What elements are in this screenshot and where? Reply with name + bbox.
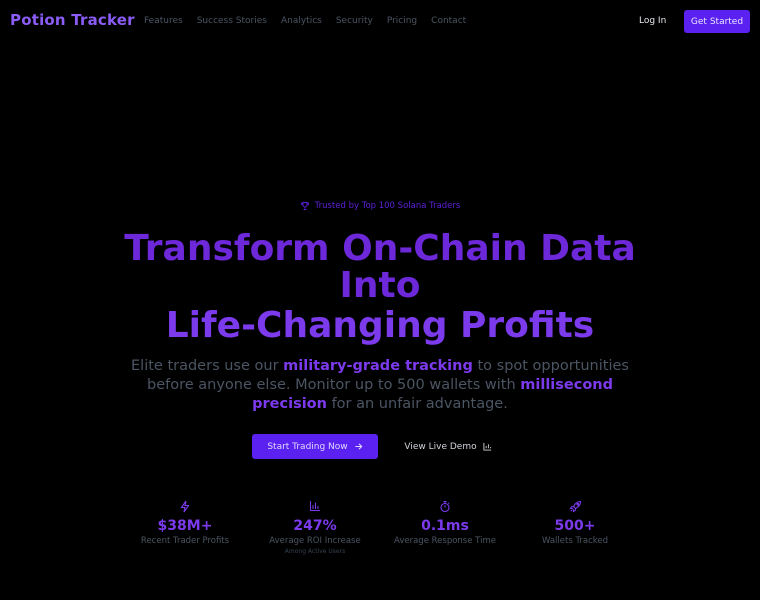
start-trading-label: Start Trading Now bbox=[267, 441, 348, 452]
stat-value: 500+ bbox=[554, 518, 596, 534]
nav-link-contact[interactable]: Contact bbox=[431, 16, 466, 26]
stat-value: $38M+ bbox=[157, 518, 213, 534]
stat-roi: 247% Average ROI Increase Among Active U… bbox=[250, 498, 380, 555]
bar-chart-icon bbox=[310, 501, 320, 511]
top-nav: Potion Tracker Features Success Stories … bbox=[0, 0, 760, 42]
stat-wallets: 500+ Wallets Tracked bbox=[510, 498, 640, 546]
sub-text-1: Elite traders use our bbox=[131, 358, 284, 374]
hero-headline: Transform On-Chain Data Into Life-Changi… bbox=[0, 230, 760, 344]
sub-text-3: for an unfair advantage. bbox=[326, 396, 508, 412]
get-started-button[interactable]: Get Started bbox=[684, 10, 750, 33]
nav-link-security[interactable]: Security bbox=[336, 16, 373, 26]
stopwatch-icon bbox=[440, 500, 450, 512]
trust-badge-text: Trusted by Top 100 Solana Traders bbox=[314, 201, 461, 211]
headline-line-3: Life-Changing Profits bbox=[165, 305, 595, 346]
headline-line-2: Into bbox=[339, 265, 421, 306]
nav-links: Features Success Stories Analytics Secur… bbox=[144, 16, 480, 26]
stat-value: 247% bbox=[293, 518, 337, 534]
trust-badge: Trusted by Top 100 Solana Traders bbox=[294, 197, 466, 215]
stat-label: Wallets Tracked bbox=[541, 536, 609, 546]
stat-label: Recent Trader Profits bbox=[140, 536, 230, 546]
login-button[interactable]: Log In bbox=[639, 16, 666, 26]
stat-label: Average ROI Increase bbox=[269, 536, 361, 546]
stat-label: Average Response Time bbox=[394, 536, 496, 546]
bar-chart-icon bbox=[483, 442, 491, 451]
hero-subheadline: Elite traders use our military-grade tra… bbox=[125, 357, 635, 414]
start-trading-button[interactable]: Start Trading Now bbox=[252, 434, 378, 459]
trophy-icon bbox=[300, 202, 309, 210]
nav-link-analytics[interactable]: Analytics bbox=[281, 16, 322, 26]
stat-response-time: 0.1ms Average Response Time bbox=[380, 498, 510, 546]
view-demo-label: View Live Demo bbox=[404, 441, 477, 452]
nav-link-pricing[interactable]: Pricing bbox=[387, 16, 417, 26]
stat-value: 0.1ms bbox=[421, 518, 469, 534]
stat-note: Among Active Users bbox=[284, 548, 346, 555]
stat-profits: $38M+ Recent Trader Profits bbox=[120, 498, 250, 546]
nav-link-features[interactable]: Features bbox=[144, 16, 183, 26]
logo[interactable]: Potion Tracker bbox=[10, 11, 135, 29]
headline-line-1: Transform On-Chain Data bbox=[124, 228, 636, 269]
lightning-icon bbox=[180, 500, 190, 512]
nav-link-success-stories[interactable]: Success Stories bbox=[197, 16, 267, 26]
sub-highlight-1: military-grade tracking bbox=[283, 358, 473, 374]
rocket-icon bbox=[569, 500, 581, 512]
arrow-right-icon bbox=[355, 443, 363, 450]
view-demo-button[interactable]: View Live Demo bbox=[400, 434, 496, 459]
